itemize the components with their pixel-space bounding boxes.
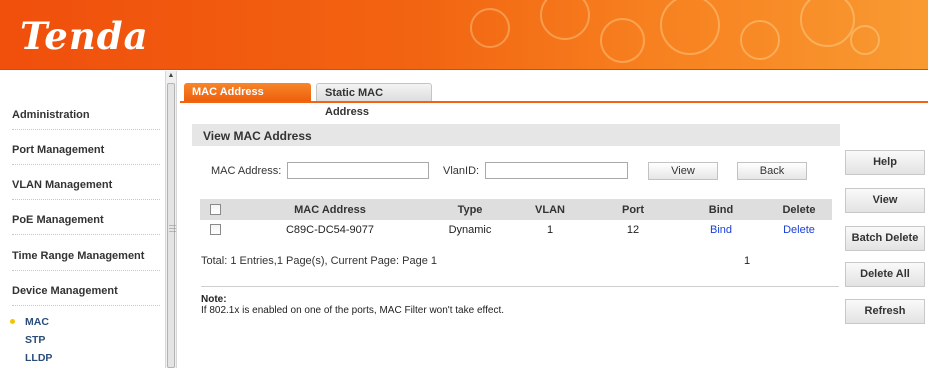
column-header-port: Port bbox=[590, 199, 676, 220]
mac-address-table: MAC Address Type VLAN Port Bind Delete C… bbox=[200, 199, 832, 239]
sidebar-subitem-stp[interactable]: STP bbox=[25, 334, 45, 346]
decoration-circle bbox=[660, 0, 720, 55]
table-header-row: MAC Address Type VLAN Port Bind Delete bbox=[200, 199, 832, 220]
tenda-logo: Tenda bbox=[20, 14, 149, 58]
decoration-circle bbox=[740, 20, 780, 60]
sidebar-item-administration[interactable]: Administration bbox=[12, 109, 160, 130]
scroll-up-arrow-icon[interactable]: ▲ bbox=[166, 71, 176, 81]
vlanid-input[interactable] bbox=[485, 162, 628, 179]
page-number-link[interactable]: 1 bbox=[744, 255, 750, 267]
pagination-summary: Total: 1 Entries,1 Page(s), Current Page… bbox=[201, 255, 438, 267]
column-header-mac: MAC Address bbox=[230, 199, 430, 220]
batch-delete-button[interactable]: Batch Delete bbox=[845, 226, 925, 251]
row-checkbox[interactable] bbox=[209, 224, 221, 236]
selected-dot-icon bbox=[10, 319, 15, 324]
sidebar-item-time-range-management[interactable]: Time Range Management bbox=[12, 250, 160, 271]
sidebar-item-port-management[interactable]: Port Management bbox=[12, 144, 160, 165]
decoration-circle bbox=[540, 0, 590, 40]
decoration-circle bbox=[850, 25, 880, 55]
decoration-circle bbox=[600, 18, 645, 63]
note-title: Note: bbox=[201, 294, 227, 305]
cell-delete: Delete bbox=[766, 220, 832, 239]
back-button[interactable]: Back bbox=[737, 162, 807, 180]
decoration-circle bbox=[800, 0, 855, 47]
view-button[interactable]: View bbox=[648, 162, 718, 180]
scrollbar-thumb[interactable]: — — — bbox=[167, 83, 176, 368]
note-text: If 802.1x is enabled on one of the ports… bbox=[201, 305, 505, 316]
section-title: View MAC Address bbox=[203, 129, 312, 143]
row-select-cell bbox=[200, 220, 230, 239]
column-header-bind: Bind bbox=[676, 199, 766, 220]
cell-mac: C89C-DC54-9077 bbox=[285, 223, 375, 236]
tab-underline bbox=[180, 101, 928, 103]
select-all-checkbox[interactable] bbox=[209, 204, 221, 216]
mac-address-input[interactable] bbox=[287, 162, 429, 179]
cell-port: 12 bbox=[626, 223, 640, 236]
decoration-circle bbox=[470, 8, 510, 48]
select-all-cell bbox=[200, 199, 230, 220]
vlanid-label: VlanID: bbox=[443, 165, 480, 177]
cell-bind: Bind bbox=[676, 220, 766, 239]
section-header: View MAC Address bbox=[192, 124, 840, 146]
sidebar-subitem-lldp[interactable]: LLDP bbox=[25, 352, 52, 364]
delete-all-button[interactable]: Delete All bbox=[845, 262, 925, 287]
column-header-type: Type bbox=[430, 199, 510, 220]
refresh-button[interactable]: Refresh bbox=[845, 299, 925, 324]
view-action-button[interactable]: View bbox=[845, 188, 925, 213]
bind-link[interactable]: Bind bbox=[710, 224, 732, 236]
sidebar-item-poe-management[interactable]: PoE Management bbox=[12, 214, 160, 235]
help-button[interactable]: Help bbox=[845, 150, 925, 175]
delete-link[interactable]: Delete bbox=[783, 224, 815, 236]
mac-address-label: MAC Address: bbox=[211, 165, 282, 177]
table-row: C89C-DC54-9077 Dynamic 1 12 Bind Delete bbox=[200, 220, 832, 239]
cell-vlan: 1 bbox=[546, 223, 554, 236]
grip-icon: — — — bbox=[169, 222, 176, 235]
sidebar-item-device-management[interactable]: Device Management bbox=[12, 285, 160, 306]
sidebar: Administration Port Management VLAN Mana… bbox=[0, 71, 165, 368]
header-banner: Tenda bbox=[0, 0, 928, 70]
sidebar-scrollbar[interactable]: ▲ — — — bbox=[165, 71, 177, 368]
sidebar-subitem-mac[interactable]: MAC bbox=[25, 316, 49, 328]
cell-type: Dynamic bbox=[448, 223, 492, 236]
tab-static-mac-address[interactable]: Static MAC Address bbox=[316, 83, 432, 118]
column-header-delete: Delete bbox=[766, 199, 832, 220]
column-header-vlan: VLAN bbox=[510, 199, 590, 220]
sidebar-item-vlan-management[interactable]: VLAN Management bbox=[12, 179, 160, 200]
tab-mac-address-display[interactable]: MAC Address Display bbox=[184, 83, 311, 117]
divider bbox=[201, 286, 839, 287]
